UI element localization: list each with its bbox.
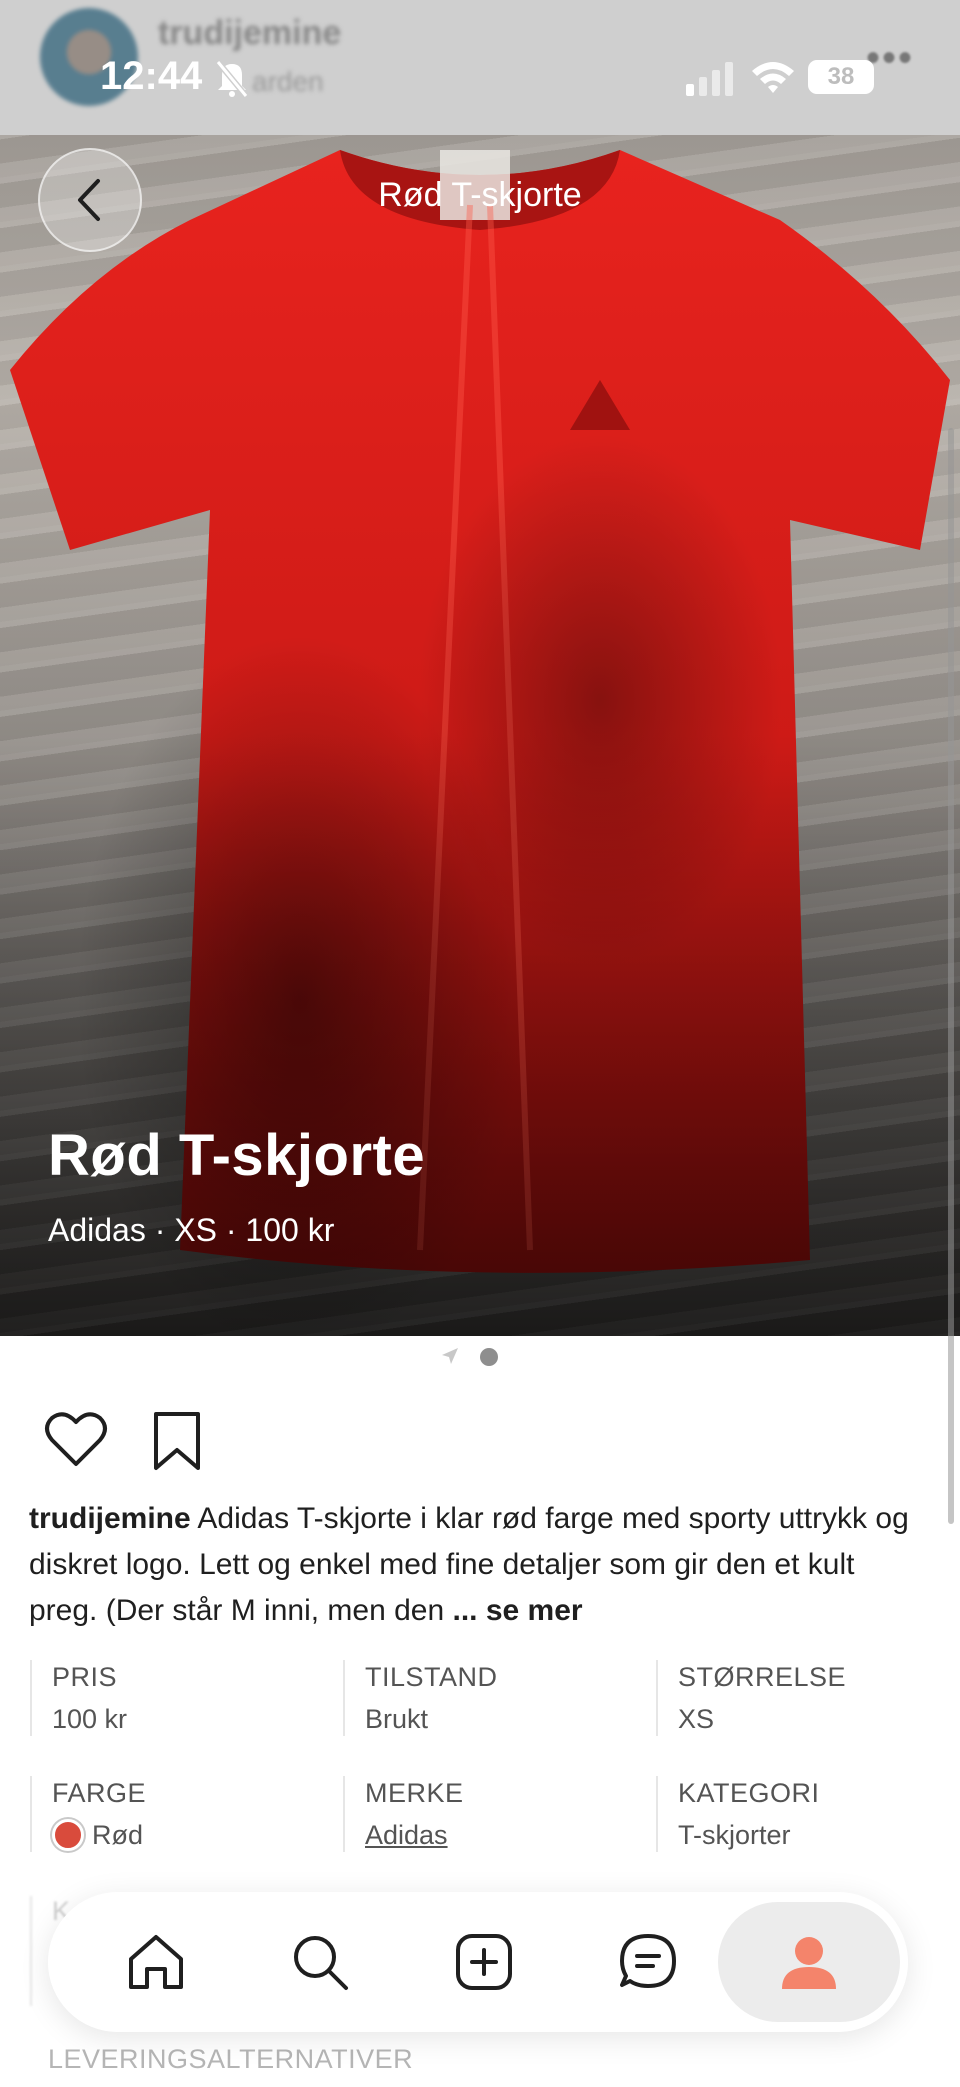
heart-icon[interactable] [44, 1410, 108, 1470]
hero-subtitle: Adidas · XS · 100 kr [48, 1212, 335, 1248]
location-arrow-icon [442, 1348, 458, 1364]
home-icon [129, 1935, 183, 1989]
attribute-value: XS [678, 1704, 715, 1734]
color-name: Rød [92, 1820, 144, 1850]
carousel-dot-active[interactable] [480, 1348, 498, 1366]
see-more-link[interactable]: ... se mer [453, 1594, 583, 1627]
tab-add[interactable] [442, 1920, 526, 2004]
attribute-label: PRIS [52, 1662, 118, 1692]
hero-title: Rød T-skjorte [48, 1123, 426, 1188]
attribute-label: MERKE [365, 1778, 464, 1808]
header-subtitle: arden [252, 66, 324, 97]
attribute-label: KATEGORI [678, 1778, 820, 1808]
header-username: trudijemine [158, 14, 342, 52]
attribute-value: Brukt [365, 1704, 429, 1734]
profile-icon [782, 1937, 836, 1989]
search-icon [294, 1936, 348, 1990]
attribute-label: FARGE [52, 1778, 147, 1808]
attribute-brand: MERKE Adidas [343, 1776, 643, 1852]
wifi-icon [752, 62, 794, 93]
carousel-indicator[interactable] [440, 1346, 520, 1370]
color-swatch [52, 1819, 84, 1851]
seller-username[interactable]: trudijemine [29, 1502, 191, 1535]
product-description: trudijemine Adidas T-skjorte i klar rød … [29, 1496, 909, 1634]
attribute-price: PRIS 100 kr [30, 1660, 330, 1736]
attribute-size: STØRRELSE XS [656, 1660, 956, 1736]
attribute-label: TILSTAND [365, 1662, 498, 1692]
bell-slash-icon [215, 60, 249, 98]
attribute-value: T-skjorter [678, 1820, 791, 1850]
tab-home[interactable] [114, 1920, 198, 2004]
bookmark-icon[interactable] [150, 1410, 204, 1472]
brand-link[interactable]: Adidas [365, 1818, 643, 1852]
signal-icon [686, 62, 733, 96]
attribute-color: FARGE Rød [30, 1776, 330, 1852]
battery-indicator: 38 [808, 60, 874, 94]
tab-messages[interactable] [606, 1920, 690, 2004]
attribute-category: KATEGORI T-skjorter [656, 1776, 956, 1852]
delivery-options-heading: LEVERINGSALTERNATIVER [48, 2044, 414, 2074]
tab-profile[interactable] [718, 1902, 900, 2022]
nav-title: Rød T-skjorte [378, 176, 582, 214]
bottom-tab-bar [48, 1892, 908, 2032]
attribute-condition: TILSTAND Brukt [343, 1660, 643, 1736]
scrollbar[interactable] [948, 428, 954, 1524]
status-time: 12:44 [100, 54, 203, 98]
attribute-value: Rød [52, 1818, 330, 1852]
tab-search[interactable] [278, 1920, 362, 2004]
messages-icon [620, 1934, 676, 1988]
add-icon [456, 1934, 512, 1990]
attribute-value: 100 kr [52, 1704, 128, 1734]
attribute-label: STØRRELSE [678, 1662, 847, 1692]
